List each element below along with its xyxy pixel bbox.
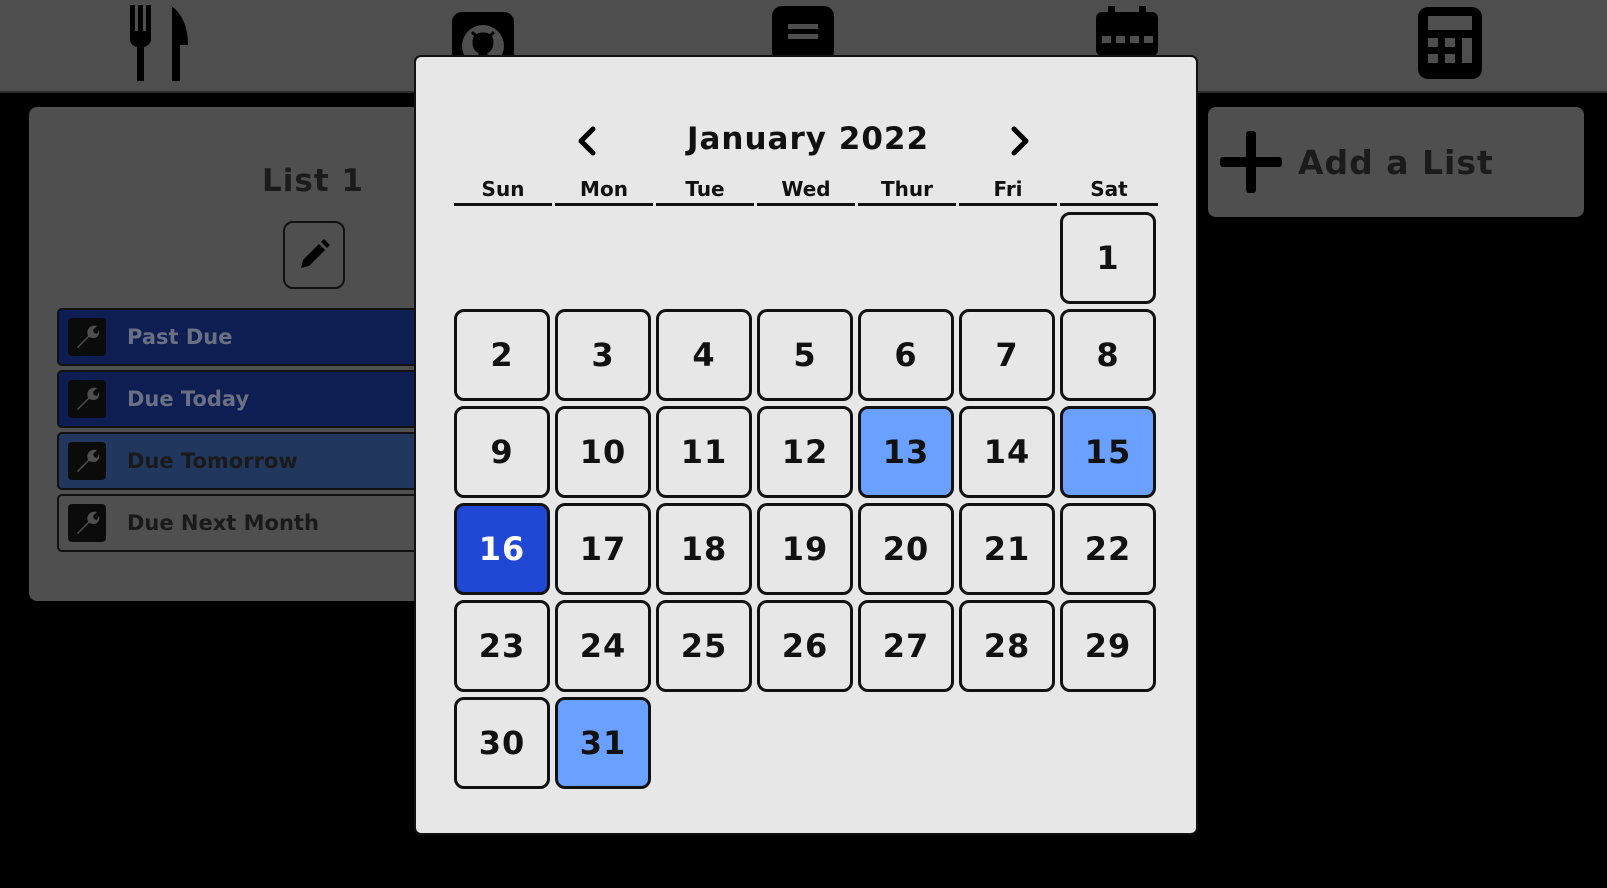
weekday-header: Tue [656,177,754,206]
calendar-day[interactable]: 11 [656,406,752,498]
filter-label: Past Due [127,325,233,349]
notes-icon[interactable] [770,6,836,62]
weekday-header: Fri [959,177,1057,206]
calendar-day[interactable]: 18 [656,503,752,595]
calendar-day[interactable]: 19 [757,503,853,595]
filter-row[interactable]: Due Today [57,370,437,428]
filter-row[interactable]: Due Tomorrow [57,432,437,490]
next-month-button[interactable] [1005,123,1035,159]
calendar-day[interactable]: 20 [858,503,954,595]
list-panel: List 1 Past Due Due Today Due Tomorrow Due … [29,107,437,601]
chevron-right-icon [1011,126,1029,156]
calendar-day[interactable]: 22 [1060,503,1156,595]
calendar-day[interactable]: 4 [656,309,752,401]
calendar-day[interactable]: 15 [1060,406,1156,498]
calendar-day[interactable]: 10 [555,406,651,498]
calendar-day[interactable]: 5 [757,309,853,401]
weekday-header: Sun [454,177,552,206]
calendar-day[interactable]: 23 [454,600,550,692]
calendar-day[interactable]: 27 [858,600,954,692]
filter-row[interactable]: Due Next Month [57,494,437,552]
weekday-header: Sat [1060,177,1158,206]
calendar-day[interactable]: 26 [757,600,853,692]
calendar-day[interactable]: 24 [555,600,651,692]
add-list-button[interactable]: Add a List [1208,107,1584,217]
calendar-icon[interactable] [1094,6,1160,56]
calendar-day[interactable]: 13 [858,406,954,498]
calendar-day[interactable]: 3 [555,309,651,401]
calendar-day[interactable]: 2 [454,309,550,401]
filter-label: Due Next Month [127,511,319,535]
calendar-day[interactable]: 14 [959,406,1055,498]
calendar-day[interactable]: 12 [757,406,853,498]
edit-list-button[interactable] [283,221,345,289]
calendar-day[interactable]: 30 [454,697,550,789]
calculator-icon[interactable] [1417,6,1483,80]
date-picker-modal: January 2022 Sun Mon Tue Wed Thur Fri Sat 1234… [414,55,1198,835]
month-title: January 2022 [686,121,930,157]
wrench-icon[interactable] [68,380,106,418]
add-list-label: Add a List [1298,142,1494,182]
pencil-icon [301,239,330,268]
utensils-icon[interactable] [128,5,194,81]
calendar-day[interactable]: 17 [555,503,651,595]
calendar-day[interactable]: 6 [858,309,954,401]
calendar-day[interactable]: 31 [555,697,651,789]
calendar-day[interactable]: 28 [959,600,1055,692]
calendar-day[interactable]: 1 [1060,212,1156,304]
wrench-icon[interactable] [68,318,106,356]
calendar-day[interactable]: 29 [1060,600,1156,692]
filter-label: Due Tomorrow [127,449,298,473]
calendar-day[interactable]: 7 [959,309,1055,401]
filter-label: Due Today [127,387,250,411]
calendar-day[interactable]: 8 [1060,309,1156,401]
weekday-header: Mon [555,177,653,206]
calendar-day[interactable]: 25 [656,600,752,692]
weekday-header: Wed [757,177,855,206]
filter-row[interactable]: Past Due [57,308,437,366]
wrench-icon[interactable] [68,442,106,480]
plus-icon [1220,131,1282,193]
weekday-header: Thur [858,177,956,206]
wrench-icon[interactable] [68,504,106,542]
calendar-day[interactable]: 9 [454,406,550,498]
calendar-day[interactable]: 16 [454,503,550,595]
calendar-day[interactable]: 21 [959,503,1055,595]
